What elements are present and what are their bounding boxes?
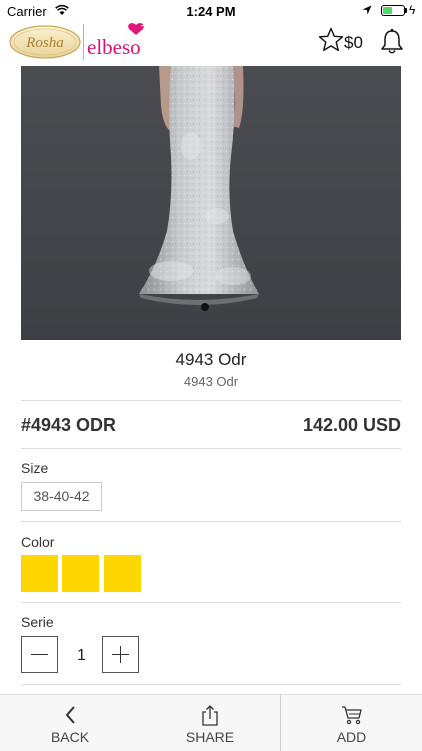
back-button[interactable]: BACK xyxy=(0,695,140,751)
size-label: Size xyxy=(21,460,49,476)
decrease-quantity-button[interactable] xyxy=(21,636,58,673)
elbeso-logo: elbeso xyxy=(87,23,146,59)
back-label: BACK xyxy=(50,729,90,745)
product-price: 142.00 USD xyxy=(302,415,401,435)
favorite-star-icon[interactable] xyxy=(318,27,344,53)
increase-quantity-button[interactable] xyxy=(102,636,139,673)
product-code: #4943 ODR xyxy=(21,415,117,435)
product-image[interactable] xyxy=(21,66,401,340)
product-subtitle: 4943 Odr xyxy=(183,374,239,389)
add-to-cart-button[interactable]: ADD xyxy=(281,695,422,751)
bell-icon[interactable] xyxy=(380,28,404,56)
charging-icon: ϟ xyxy=(409,3,416,17)
divider xyxy=(21,602,401,603)
location-icon xyxy=(362,5,372,15)
quantity-value: 1 xyxy=(77,647,86,664)
clock: 1:24 PM xyxy=(186,4,236,19)
svg-text:Rosha: Rosha xyxy=(25,35,64,51)
color-swatch[interactable] xyxy=(62,555,99,592)
plus-icon-vertical xyxy=(120,646,121,663)
divider xyxy=(21,521,401,522)
svg-text:elbeso: elbeso xyxy=(87,35,141,59)
divider xyxy=(21,400,401,401)
app-header: Rosha elbeso $0 xyxy=(0,22,422,66)
minus-icon xyxy=(31,654,48,655)
share-button[interactable]: SHARE xyxy=(140,695,280,751)
serie-label: Serie xyxy=(21,614,54,630)
cart-icon xyxy=(341,706,362,725)
status-bar: Carrier 1:24 PM ϟ xyxy=(0,0,422,22)
product-name: 4943 Odr xyxy=(175,350,247,369)
share-icon xyxy=(202,705,218,726)
add-label: ADD xyxy=(336,729,367,745)
color-swatch[interactable] xyxy=(104,555,141,592)
divider xyxy=(21,448,401,449)
divider xyxy=(21,684,401,685)
rosha-logo: Rosha xyxy=(9,25,81,59)
share-label: SHARE xyxy=(185,729,235,745)
chevron-left-icon xyxy=(65,706,75,724)
size-option[interactable]: 38-40-42 xyxy=(21,482,102,511)
dress-photo xyxy=(21,66,401,340)
carousel-page-indicator[interactable] xyxy=(201,303,209,311)
cart-total[interactable]: $0 xyxy=(344,33,363,53)
battery-nub xyxy=(405,8,407,13)
battery-icon xyxy=(381,5,405,16)
color-swatch[interactable] xyxy=(21,555,58,592)
color-label: Color xyxy=(21,534,55,550)
bottom-action-bar: BACK SHARE ADD xyxy=(0,694,422,751)
